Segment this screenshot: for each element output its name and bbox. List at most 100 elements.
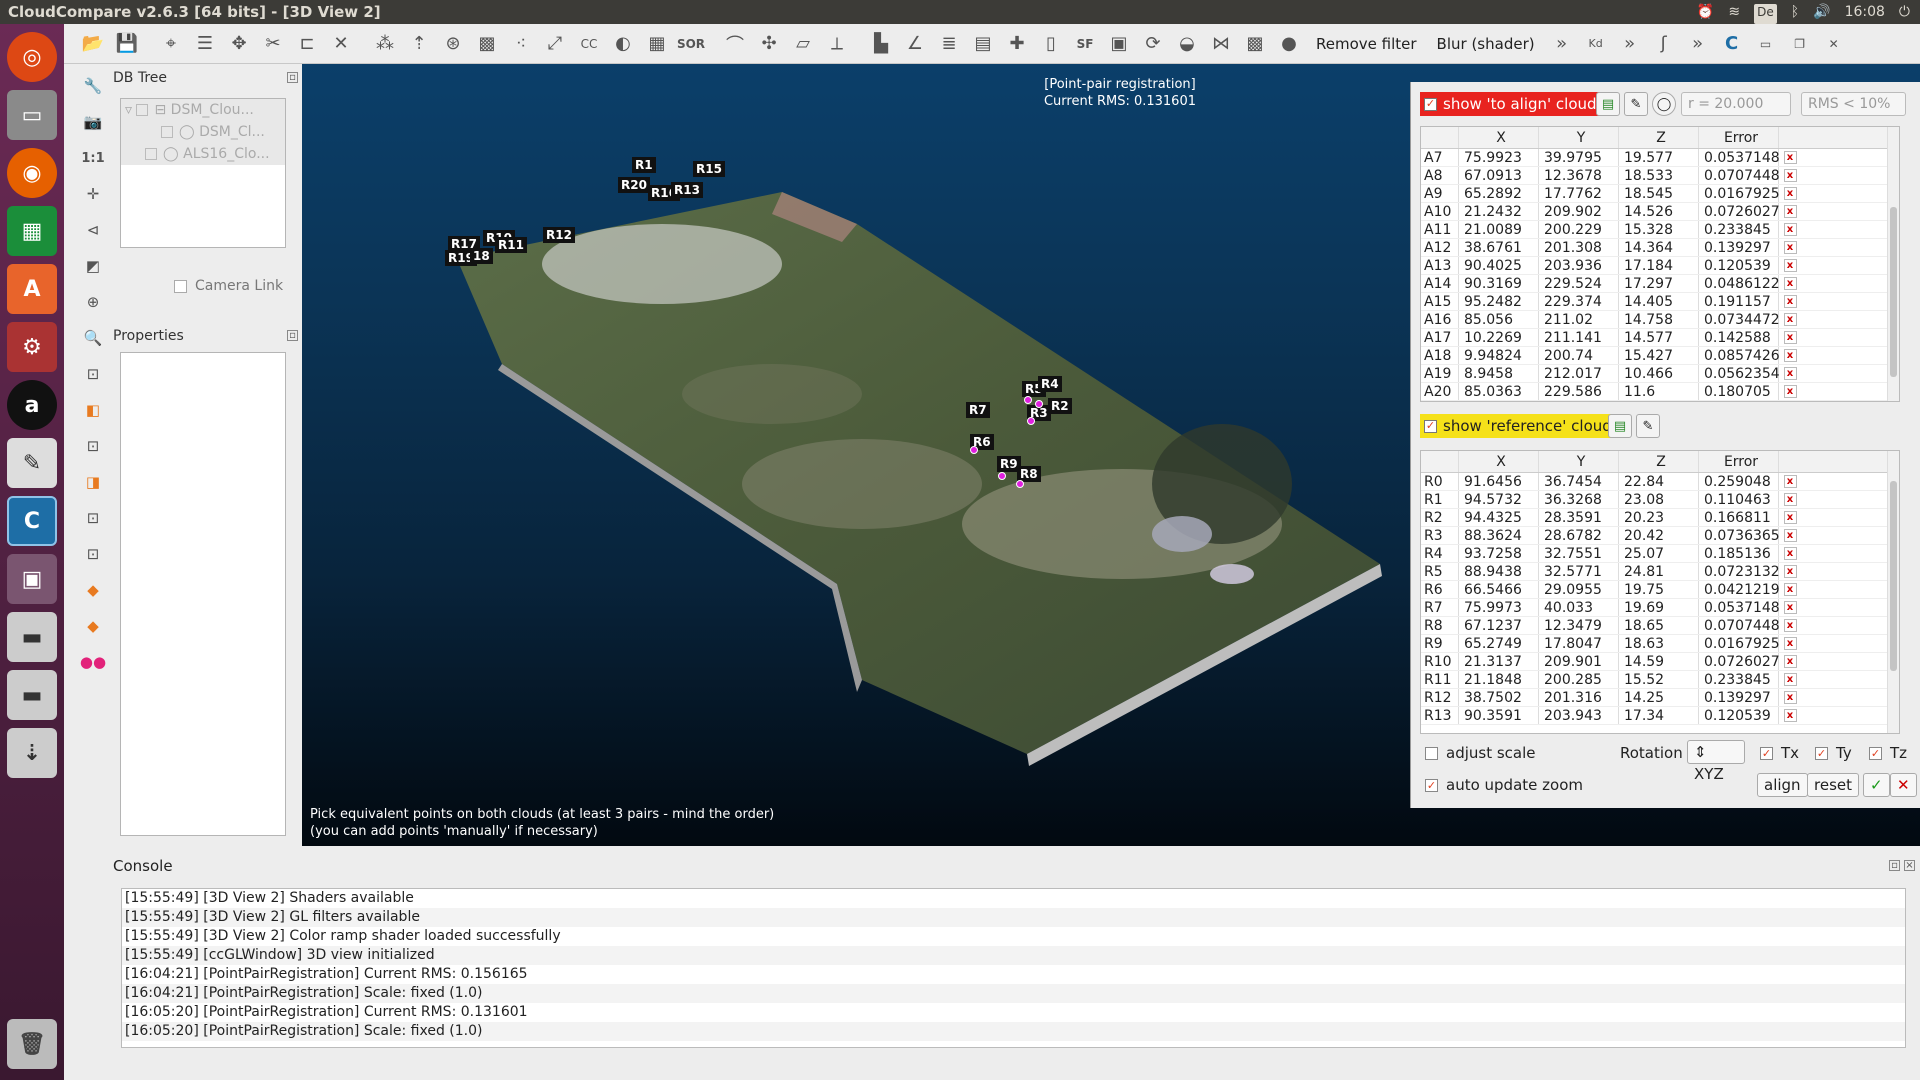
list-icon[interactable]: ☰ [190, 29, 220, 59]
remove-point-icon[interactable]: x [1779, 563, 1801, 580]
view-bottom-icon[interactable]: ⊡ [78, 504, 108, 532]
table-row[interactable]: A20 85.0363 229.586 11.6 0.180705 x [1421, 383, 1899, 401]
firefox-icon[interactable]: ◉ [7, 148, 57, 198]
curve-icon[interactable]: ∠ [900, 29, 930, 59]
table-row[interactable]: R5 88.9438 32.5771 24.81 0.0723132 x [1421, 563, 1899, 581]
power-icon[interactable]: ⏻ [1899, 0, 1910, 24]
film-icon[interactable]: ▣ [1104, 29, 1134, 59]
settings-icon[interactable]: ⚙ [7, 322, 57, 372]
view-back-icon[interactable]: ⊡ [78, 540, 108, 568]
remove-point-icon[interactable]: x [1779, 509, 1801, 526]
scrollbar[interactable] [1887, 451, 1899, 733]
color-icon[interactable]: ▤ [1608, 414, 1632, 438]
table-row[interactable]: A14 90.3169 229.524 17.297 0.0486122 x [1421, 275, 1899, 293]
kd-icon[interactable]: Kd [1581, 29, 1611, 59]
normals-icon[interactable]: ⇡ [404, 29, 434, 59]
table-row[interactable]: R2 94.4325 28.3591 20.23 0.166811 x [1421, 509, 1899, 527]
rms-limit-spinbox[interactable]: RMS < 10% [1801, 92, 1906, 116]
table-row[interactable]: R11 21.1848 200.285 15.52 0.233845 x [1421, 671, 1899, 689]
table-row[interactable]: R8 67.1237 12.3479 18.65 0.0707448 x [1421, 617, 1899, 635]
dock-close-icon[interactable]: × [1904, 860, 1915, 871]
table-row[interactable]: A11 21.0089 200.229 15.328 0.233845 x [1421, 221, 1899, 239]
volume-icon[interactable]: 🔊 [1813, 0, 1830, 24]
point-picking-icon[interactable]: ⌖ [156, 29, 186, 59]
picked-point-marker[interactable] [1027, 417, 1035, 425]
table-row[interactable]: R12 38.7502 201.316 14.25 0.139297 x [1421, 689, 1899, 707]
remove-point-icon[interactable]: x [1779, 671, 1801, 688]
wrench-icon[interactable]: 🔧 [78, 72, 108, 100]
move-icon[interactable]: ✣ [754, 29, 784, 59]
remove-filter-button[interactable]: Remove filter [1306, 35, 1427, 53]
wifi-icon[interactable]: ≋ [1728, 0, 1740, 24]
random-icon[interactable]: ⟳ [1138, 29, 1168, 59]
view-front-icon[interactable]: ◧ [78, 396, 108, 424]
picked-point-marker[interactable] [1035, 400, 1043, 408]
minimize-icon[interactable]: ▭ [1751, 29, 1781, 59]
align-icon[interactable]: ⤢ [540, 29, 570, 59]
edit-icon[interactable]: ✎ [1624, 92, 1648, 116]
calc-icon[interactable]: ▦ [7, 206, 57, 256]
auto-update-zoom-checkbox[interactable]: ✓ auto update zoom [1425, 776, 1583, 794]
sphere-icon[interactable]: ● [1274, 29, 1304, 59]
remove-point-icon[interactable]: x [1779, 707, 1801, 724]
section-icon[interactable]: ⊏ [292, 29, 322, 59]
table-row[interactable]: A9 65.2892 17.7762 18.545 0.0167925 x [1421, 185, 1899, 203]
pivot-icon[interactable]: ✛ [78, 180, 108, 208]
sphere-marker-icon[interactable]: ◯ [1652, 92, 1676, 116]
transform-icon[interactable]: ⟂ [822, 29, 852, 59]
table-icon[interactable]: ▤ [968, 29, 998, 59]
remove-point-icon[interactable]: x [1779, 581, 1801, 598]
remove-point-icon[interactable]: x [1779, 293, 1801, 310]
grid-icon[interactable]: ▦ [642, 29, 672, 59]
cloudcompare-icon[interactable]: C [7, 496, 57, 546]
remove-point-icon[interactable]: x [1779, 617, 1801, 634]
picked-point-marker[interactable] [998, 472, 1006, 480]
reset-button[interactable]: reset [1807, 773, 1859, 797]
table-row[interactable]: R13 90.3591 203.943 17.34 0.120539 x [1421, 707, 1899, 725]
lasso-icon[interactable]: ʃ [1649, 29, 1679, 59]
mesh-icon[interactable]: ▩ [472, 29, 502, 59]
remove-point-icon[interactable]: x [1779, 653, 1801, 670]
sample-icon[interactable]: ⁂ [370, 29, 400, 59]
shape-icon[interactable]: ◒ [1172, 29, 1202, 59]
cc-icon[interactable]: CC [574, 29, 604, 59]
ty-checkbox[interactable]: ✓ Ty [1815, 744, 1852, 762]
histogram-icon[interactable]: ▙ [866, 29, 896, 59]
view-top-icon[interactable]: ⊡ [78, 360, 108, 388]
remove-point-icon[interactable]: x [1779, 347, 1801, 364]
workspace-switcher-icon[interactable]: ▣ [7, 554, 57, 604]
save-icon[interactable]: 💾 [112, 29, 142, 59]
remove-point-icon[interactable]: x [1779, 167, 1801, 184]
view-front-iso-icon[interactable]: ◆ [78, 576, 108, 604]
table-row[interactable]: R4 93.7258 32.7551 25.07 0.185136 x [1421, 545, 1899, 563]
table-row[interactable]: A16 85.056 211.02 14.758 0.0734472 x [1421, 311, 1899, 329]
remove-point-icon[interactable]: x [1779, 383, 1801, 400]
camera-link-checkbox[interactable]: Camera Link [174, 278, 283, 294]
trash-icon[interactable]: 🗑 [7, 1019, 57, 1069]
remove-point-icon[interactable]: x [1779, 221, 1801, 238]
clock[interactable]: 16:08 [1845, 0, 1885, 24]
table-row[interactable]: A7 75.9923 39.9795 19.577 0.0537148 x [1421, 149, 1899, 167]
remove-point-icon[interactable]: x [1779, 329, 1801, 346]
color-icon[interactable]: ◐ [608, 29, 638, 59]
console-log[interactable]: [15:55:49] [3D View 2] Shaders available… [121, 888, 1906, 1048]
remove-point-icon[interactable]: x [1779, 365, 1801, 382]
files-icon[interactable]: ▭ [7, 90, 57, 140]
table-row[interactable]: A15 95.2482 229.374 14.405 0.191157 x [1421, 293, 1899, 311]
table-row[interactable]: A19 8.9458 212.017 10.466 0.0562354 x [1421, 365, 1899, 383]
tree-item[interactable]: ◯ ALS16_Clo... [121, 143, 285, 165]
knife-icon[interactable]: ⋈ [1206, 29, 1236, 59]
tz-checkbox[interactable]: ✓ Tz [1869, 744, 1907, 762]
remove-point-icon[interactable]: x [1779, 545, 1801, 562]
remove-point-icon[interactable]: x [1779, 527, 1801, 544]
remove-point-icon[interactable]: x [1779, 185, 1801, 202]
point-label[interactable]: R4 [1038, 376, 1062, 392]
table-row[interactable]: A10 21.2432 209.902 14.526 0.0726027 x [1421, 203, 1899, 221]
tx-checkbox[interactable]: ✓ Tx [1760, 744, 1799, 762]
plus-icon[interactable]: ✚ [1002, 29, 1032, 59]
point-label[interactable]: R20 [618, 177, 650, 193]
dock-float-icon[interactable]: ▫ [287, 330, 298, 341]
point-label[interactable]: R7 [966, 402, 990, 418]
disk-icon-2[interactable]: ▬ [7, 670, 57, 720]
remove-point-icon[interactable]: x [1779, 635, 1801, 652]
